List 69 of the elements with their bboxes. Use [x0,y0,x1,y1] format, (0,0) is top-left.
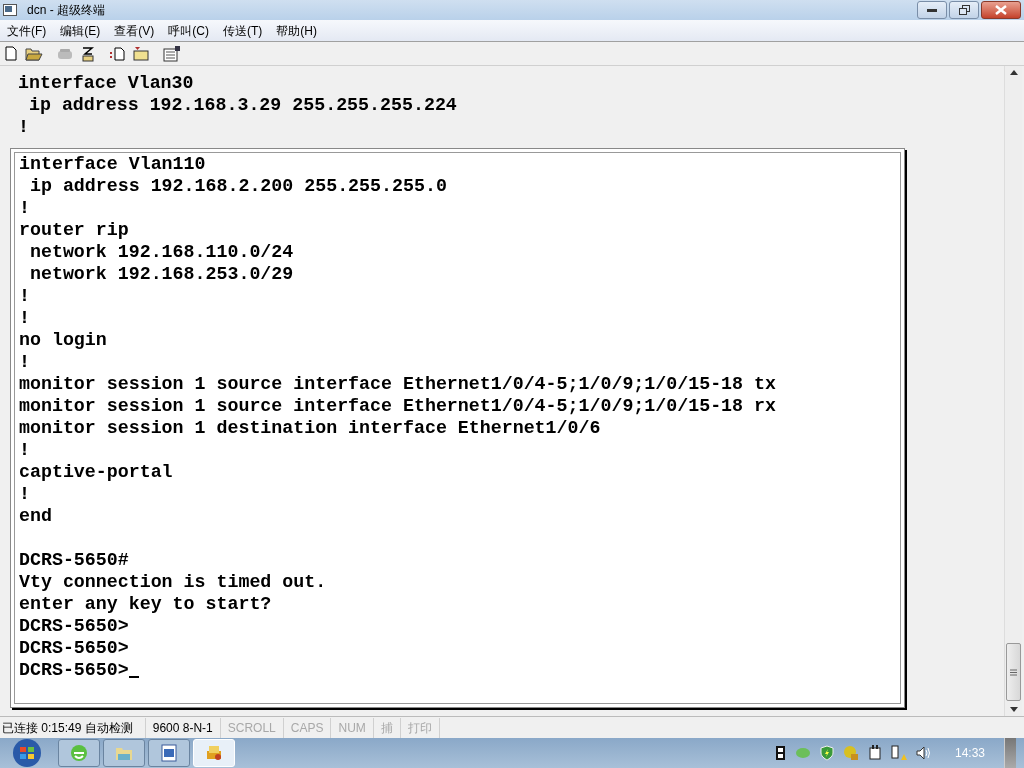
scroll-down-icon[interactable] [1009,707,1018,712]
scroll-up-icon[interactable] [1009,70,1018,75]
terminal-line: DCRS-5650> [19,616,129,636]
minimize-button[interactable] [917,1,947,19]
document-icon [159,743,179,763]
menu-item[interactable]: 帮助(H) [269,21,324,40]
status-field: 已连接 0:15:49 自动检测 [0,717,146,738]
restore-button[interactable] [949,1,979,19]
terminal-line: ip address 192.168.3.29 255.255.255.224 [27,95,457,115]
menu-item[interactable]: 文件(F) [0,21,54,40]
window-title: dcn - 超级终端 [27,2,105,19]
film-icon[interactable] [774,746,786,760]
terminal-line: ! [19,484,30,504]
terminal-line: ! [18,117,29,137]
minimize-icon [927,8,937,12]
menu-item[interactable]: 编辑(E) [53,21,108,40]
status-field: CAPS [283,717,332,738]
scroll-thumb[interactable] [1006,643,1021,701]
terminal-line: DCRS-5650# [19,550,129,570]
menu-item[interactable]: 查看(V) [107,21,162,40]
open-folder-icon[interactable] [25,46,43,61]
menu-item[interactable]: 传送(T) [216,21,270,40]
taskbar-button[interactable] [103,739,145,767]
scrollbar[interactable] [1004,66,1022,716]
status-field: 捕 [373,717,401,738]
terminal-line: network 192.168.110.0/24 [28,242,294,262]
terminal-line: ip address 192.168.2.200 255.255.255.0 [28,176,447,196]
app-icon [3,4,17,16]
grip-icon [1010,668,1017,676]
terminal-line: interface Vlan110 [19,154,206,174]
terminal-line: Vty connection is timed out. [19,572,327,592]
terminal-line: ! [19,308,30,328]
properties-icon[interactable] [163,45,181,62]
terminal-line: ! [19,286,30,306]
speaker-icon[interactable] [915,746,932,760]
terminal-line: ! [19,198,30,218]
taskbar-button[interactable] [148,739,190,767]
terminal-line: captive-portal [19,462,173,482]
status-field: NUM [331,717,374,738]
terminal-line: DCRS-5650> [19,660,129,680]
show-desktop-button[interactable] [1004,738,1016,768]
terminal-line: router rip [19,220,129,240]
status-field: 打印 [400,717,440,738]
terminal-app-icon [204,743,224,763]
terminal-line: interface Vlan30 [18,73,194,93]
browser-icon [69,743,89,763]
start-button[interactable] [10,738,44,768]
terminal-line: ! [19,352,30,372]
terminal-line: monitor session 1 source interface Ethernet1/0/4-5;1/0/9;1/0/15-18 rx [19,396,776,416]
terminal-line: end [19,506,52,526]
restore-icon [958,5,970,15]
receive-file-icon[interactable] [133,46,149,61]
close-icon [995,5,1007,15]
terminal-line: network 192.168.253.0/29 [28,264,294,284]
cursor [128,676,139,678]
status-field: SCROLL [220,717,284,738]
new-file-icon[interactable] [5,46,17,61]
taskbar-button[interactable] [58,739,100,767]
menu-item[interactable]: 呼叫(C) [161,21,216,40]
terminal-line: monitor session 1 source interface Ethernet1/0/4-5;1/0/9;1/0/15-18 tx [19,374,776,394]
send-file-icon[interactable] [109,46,125,61]
terminal-line: ! [19,440,30,460]
terminal-line: enter any key to start? [19,594,272,614]
close-button[interactable] [981,1,1021,19]
terminal-line: monitor session 1 destination interface Ethernet1/0/6 [19,418,601,438]
terminal-line: no login [19,330,107,350]
shield-icon[interactable] [819,745,834,761]
status-field: 9600 8-N-1 [145,717,221,738]
terminal-line: DCRS-5650> [19,638,129,658]
